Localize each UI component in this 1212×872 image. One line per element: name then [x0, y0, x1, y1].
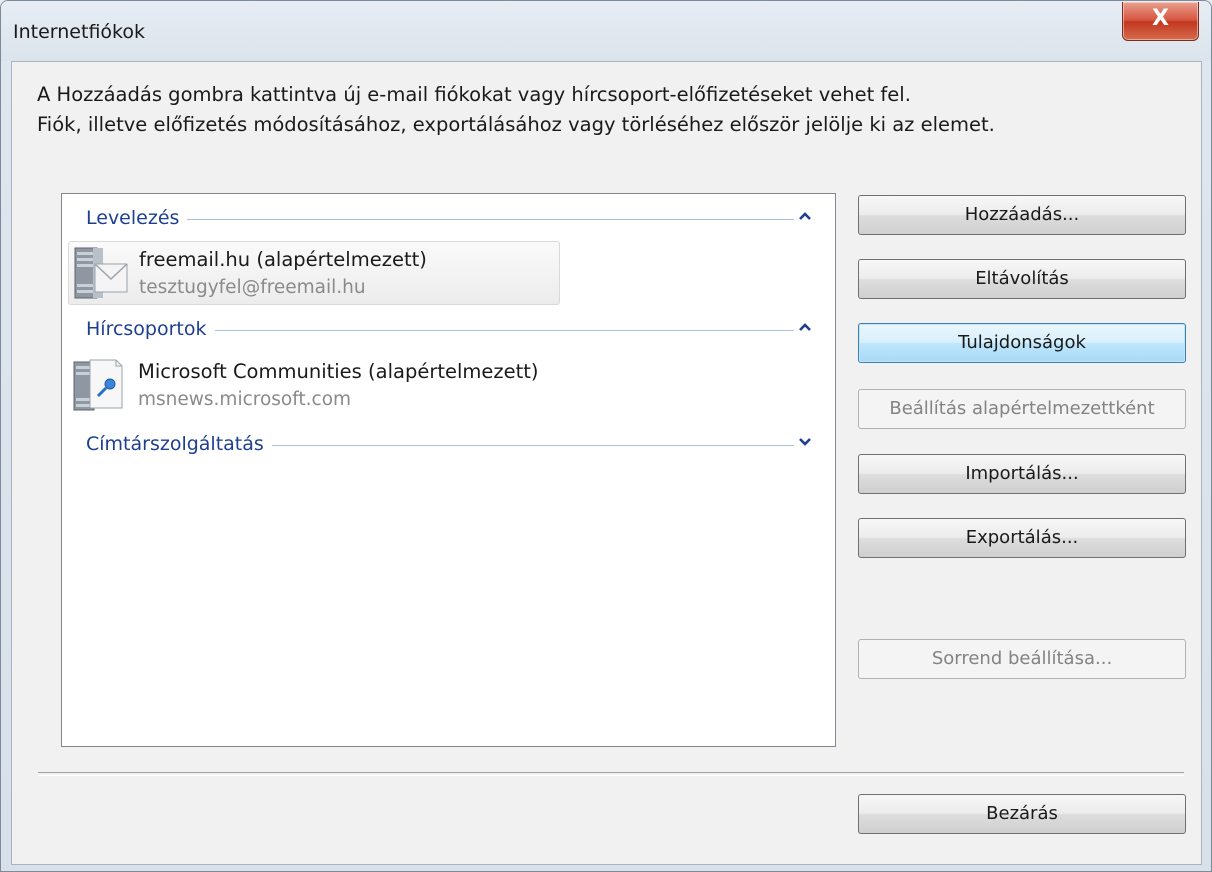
group-header-directory[interactable]: Címtárszolgáltatás: [86, 433, 826, 457]
import-button[interactable]: Importálás...: [858, 454, 1186, 494]
window-title: Internetfiókok: [13, 21, 145, 43]
collapse-chevron-icon[interactable]: [798, 318, 812, 337]
mail-server-icon: [73, 246, 131, 306]
account-item-news[interactable]: Microsoft Communities (alapértelmezett) …: [68, 354, 558, 416]
account-name-mail: freemail.hu (alapértelmezett): [139, 248, 427, 271]
news-server-icon: [72, 358, 130, 418]
export-button[interactable]: Exportálás...: [858, 518, 1186, 558]
window-close-button[interactable]: X: [1122, 2, 1199, 41]
account-name-news: Microsoft Communities (alapértelmezett): [138, 360, 539, 383]
divider: [38, 772, 1184, 776]
instruction-line-1: A Hozzáadás gombra kattintva új e-mail f…: [37, 83, 911, 106]
close-button[interactable]: Bezárás: [858, 794, 1186, 834]
account-detail-news: msnews.microsoft.com: [138, 389, 352, 410]
add-button[interactable]: Hozzáadás...: [858, 195, 1186, 235]
remove-button[interactable]: Eltávolítás: [858, 259, 1186, 299]
group-label-news: Hírcsoportok: [86, 318, 215, 340]
expand-chevron-icon[interactable]: [798, 433, 812, 452]
group-divider: [86, 219, 794, 220]
set-order-button[interactable]: Sorrend beállítása...: [858, 639, 1186, 679]
instruction-line-2: Fiók, illetve előfizetés módosításához, …: [37, 113, 995, 136]
title-bar: Internetfiókok X: [1, 1, 1211, 61]
set-default-button[interactable]: Beállítás alapértelmezettként: [858, 389, 1186, 429]
group-header-news[interactable]: Hírcsoportok: [86, 318, 826, 342]
accounts-list[interactable]: Levelezés freemail.hu (alapértelmezett) …: [61, 193, 836, 747]
account-item-mail[interactable]: freemail.hu (alapértelmezett) tesztugyfe…: [68, 241, 560, 305]
dialog-content: A Hozzáadás gombra kattintva új e-mail f…: [11, 61, 1202, 865]
account-detail-mail: tesztugyfel@freemail.hu: [139, 277, 366, 298]
close-icon: X: [1152, 6, 1169, 31]
group-label-directory: Címtárszolgáltatás: [86, 433, 272, 455]
group-header-mail[interactable]: Levelezés: [86, 207, 826, 231]
group-label-mail: Levelezés: [86, 207, 188, 229]
instructions: A Hozzáadás gombra kattintva új e-mail f…: [37, 80, 995, 140]
properties-button[interactable]: Tulajdonságok: [858, 323, 1186, 363]
internet-accounts-dialog: Internetfiókok X A Hozzáadás gombra katt…: [0, 0, 1212, 872]
collapse-chevron-icon[interactable]: [798, 207, 812, 226]
